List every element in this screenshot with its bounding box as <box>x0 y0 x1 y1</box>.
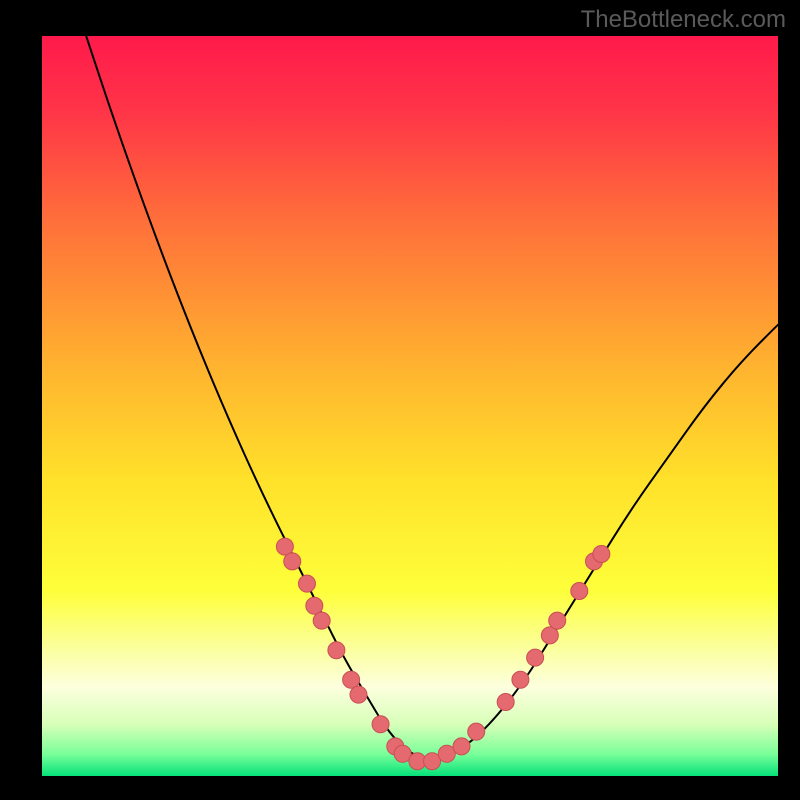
data-point <box>549 612 566 629</box>
data-point <box>527 649 544 666</box>
data-point <box>328 642 345 659</box>
data-point <box>298 575 315 592</box>
data-point <box>571 583 588 600</box>
data-point <box>593 546 610 563</box>
bottleneck-curve <box>86 36 778 759</box>
data-point <box>313 612 330 629</box>
data-point <box>350 686 367 703</box>
chart-overlay <box>42 36 778 776</box>
data-point <box>284 553 301 570</box>
curve-dots <box>276 538 609 770</box>
data-point <box>453 738 470 755</box>
data-point <box>468 723 485 740</box>
watermark-text: TheBottleneck.com <box>581 6 786 34</box>
data-point <box>372 716 389 733</box>
data-point <box>512 671 529 688</box>
data-point <box>497 694 514 711</box>
chart-frame: TheBottleneck.com <box>0 0 800 800</box>
